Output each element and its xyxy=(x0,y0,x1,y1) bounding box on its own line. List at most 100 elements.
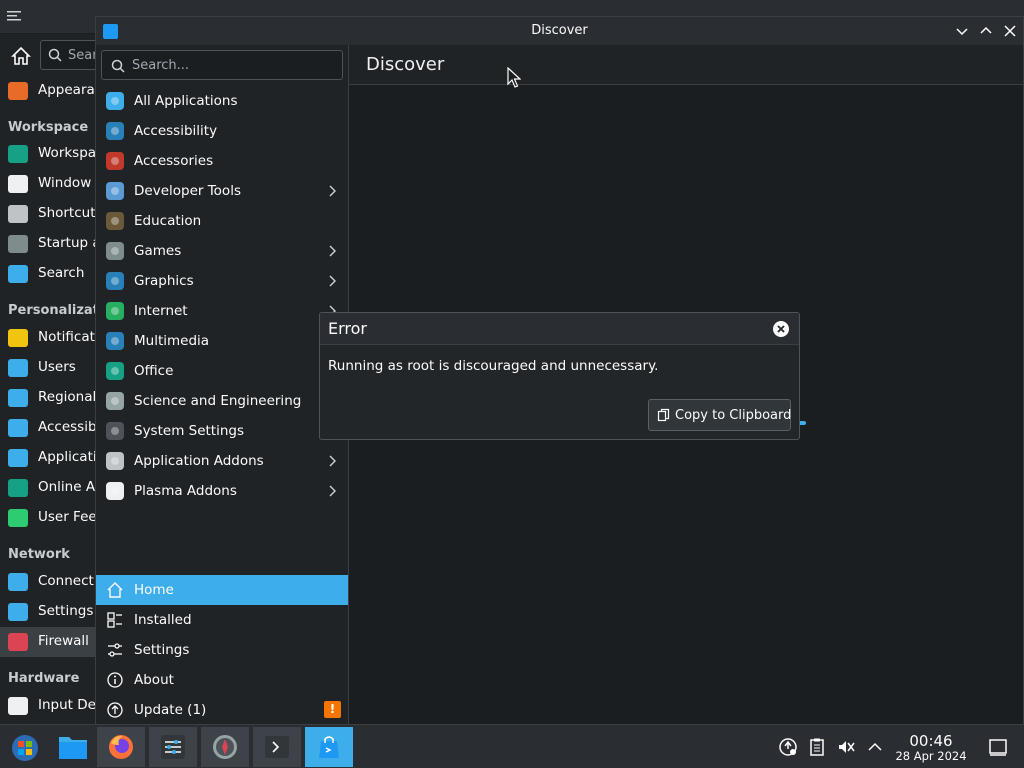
chevron-right-icon xyxy=(329,455,336,467)
category-accessibility[interactable]: Accessibility xyxy=(96,116,348,146)
nav-update[interactable]: Update (1)! xyxy=(96,695,348,725)
category-label: Internet xyxy=(134,303,188,319)
update-notifier-icon[interactable] xyxy=(778,737,798,757)
category-system-settings[interactable]: System Settings xyxy=(96,416,348,446)
settings-sidebar-item[interactable]: Search xyxy=(0,259,96,289)
system-settings-task-button[interactable] xyxy=(149,727,197,767)
settings-sidebar-item[interactable]: Applicatio xyxy=(0,443,105,473)
hammer-icon xyxy=(106,182,124,200)
discover-task-button[interactable] xyxy=(305,727,353,767)
nav-installed[interactable]: Installed xyxy=(96,605,348,635)
settings-module-icon xyxy=(8,509,28,527)
settings-sidebar-item[interactable]: Online Ac xyxy=(0,473,102,503)
settings-module-icon xyxy=(8,145,28,163)
terminal-icon xyxy=(265,736,289,758)
chevron-up-icon[interactable] xyxy=(865,737,885,757)
clipboard-icon[interactable] xyxy=(807,737,827,757)
gamepad-icon xyxy=(106,242,124,260)
start-menu-button[interactable] xyxy=(0,727,48,767)
clock-time[interactable]: 00:46 xyxy=(896,732,966,750)
category-graphics[interactable]: Graphics xyxy=(96,266,348,296)
firefox-button[interactable] xyxy=(97,727,145,767)
category-label: Accessibility xyxy=(134,123,218,139)
category-label: Developer Tools xyxy=(134,183,241,199)
show-desktop-icon[interactable] xyxy=(988,737,1008,757)
addons-icon xyxy=(106,452,124,470)
file-manager-button[interactable] xyxy=(48,727,96,767)
discover-sidebar: All Applications Accessibility Accessories… xyxy=(96,45,349,725)
nav-label: Home xyxy=(134,582,174,598)
home-icon[interactable] xyxy=(11,46,31,66)
category-multimedia[interactable]: Multimedia xyxy=(96,326,348,356)
category-label: Application Addons xyxy=(134,453,264,469)
plasma-icon xyxy=(106,482,124,500)
search-icon xyxy=(48,48,62,62)
close-icon[interactable] xyxy=(772,320,790,338)
copy-icon xyxy=(657,408,670,422)
settings-sidebar-item-label: Users xyxy=(38,359,76,375)
settings-sidebar-item[interactable]: Regional xyxy=(0,383,96,413)
settings-module-icon xyxy=(8,633,28,651)
settings-sidebar-item[interactable]: Shortcuts xyxy=(0,199,103,229)
maximize-button[interactable] xyxy=(978,23,994,39)
category-label: Accessories xyxy=(134,153,214,169)
settings-module-icon xyxy=(8,573,28,591)
terminal-button[interactable] xyxy=(253,727,301,767)
discover-search-input[interactable] xyxy=(132,56,332,74)
category-label: Graphics xyxy=(134,273,194,289)
category-developer-tools[interactable]: Developer Tools xyxy=(96,176,348,206)
category-education[interactable]: Education xyxy=(96,206,348,236)
settings-sidebar-item[interactable]: Startup a xyxy=(0,229,101,259)
settings-module-icon xyxy=(8,175,28,193)
settings-sidebar-item[interactable]: Settings xyxy=(0,597,96,627)
settings-module-icon xyxy=(8,697,28,715)
nav-label: Settings xyxy=(134,642,190,658)
close-window-button[interactable] xyxy=(1002,23,1018,39)
clock-date[interactable]: 28 Apr 2024 xyxy=(890,749,972,763)
category-application-addons[interactable]: Application Addons xyxy=(96,446,348,476)
chevron-right-icon xyxy=(329,275,336,287)
category-accessories[interactable]: Accessories xyxy=(96,146,348,176)
settings-sidebar-item[interactable]: Users xyxy=(0,353,96,383)
category-label: System Settings xyxy=(134,423,245,439)
category-plasma-addons[interactable]: Plasma Addons xyxy=(96,476,348,506)
category-all-applications[interactable]: All Applications xyxy=(96,86,348,116)
settings-section-workspace: Workspace xyxy=(8,120,89,135)
update-warning-badge: ! xyxy=(324,701,341,718)
settings-section-hardware: Hardware xyxy=(8,671,80,686)
discover-titlebar[interactable]: Discover xyxy=(96,17,1023,45)
settings-sliders-icon xyxy=(108,643,122,657)
settings-sidebar-item[interactable]: Firewall xyxy=(0,627,96,657)
folder-icon xyxy=(59,737,87,759)
hamburger-menu-icon[interactable] xyxy=(6,8,22,24)
volume-muted-icon[interactable] xyxy=(836,737,856,757)
category-label: Games xyxy=(134,243,182,259)
copy-to-clipboard-button[interactable]: Copy to Clipboard xyxy=(648,399,791,431)
settings-sidebar-item[interactable]: Input Dev xyxy=(0,691,104,721)
settings-sidebar-item[interactable]: User Feed xyxy=(0,503,105,533)
copy-button-label: Copy to Clipboard xyxy=(675,408,792,423)
system-settings-icon xyxy=(161,735,185,759)
nav-settings[interactable]: Settings xyxy=(96,635,348,665)
category-internet[interactable]: Internet xyxy=(96,296,348,326)
category-office[interactable]: Office xyxy=(96,356,348,386)
minimize-button[interactable] xyxy=(954,23,970,39)
settings-sidebar-item[interactable]: Accessibil xyxy=(0,413,104,443)
settings-sidebar-item-label: Startup a xyxy=(38,235,101,251)
discover-search-field[interactable] xyxy=(101,50,343,80)
settings-sidebar-item-label: Appearan xyxy=(38,82,104,98)
settings-sidebar-item[interactable]: Workspac xyxy=(0,139,103,169)
category-science-and-engineering[interactable]: Science and Engineering xyxy=(96,386,348,416)
taskbar: 00:46 28 Apr 2024 xyxy=(0,724,1024,768)
nav-home[interactable]: Home xyxy=(96,575,348,605)
settings-module-icon xyxy=(8,82,28,100)
settings-sidebar-item[interactable]: Connectio xyxy=(0,567,106,597)
settings-sidebar-item[interactable]: Window M xyxy=(0,169,107,199)
compass-button[interactable] xyxy=(201,727,249,767)
settings-sidebar-item[interactable]: Appearan xyxy=(0,76,103,106)
grid-icon xyxy=(106,92,124,110)
system-settings-icon xyxy=(106,422,124,440)
category-games[interactable]: Games xyxy=(96,236,348,266)
nav-about[interactable]: About xyxy=(96,665,348,695)
settings-sidebar-item[interactable]: Notificatio xyxy=(0,323,107,353)
